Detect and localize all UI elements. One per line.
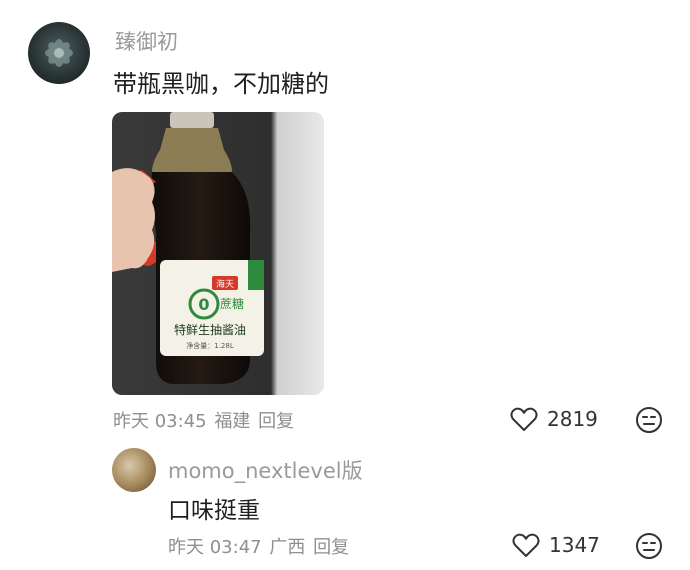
brand-badge: 海天 bbox=[216, 278, 234, 290]
zero-sugar-mark: 0 bbox=[198, 295, 209, 314]
comment-text: 口味挺重 bbox=[168, 498, 260, 524]
comment-text: 带瓶黑咖，不加糖的 bbox=[113, 70, 329, 98]
comment-photo[interactable]: 海天 0 蔗糖 特鲜生抽酱油 净含量：1.28L bbox=[112, 112, 324, 395]
comment-username[interactable]: momo_nextlevel版 bbox=[168, 455, 363, 485]
dislike-button[interactable] bbox=[635, 406, 663, 438]
neutral-face-icon bbox=[636, 407, 662, 433]
heart-outline-icon bbox=[510, 407, 538, 431]
like-count: 1347 bbox=[549, 533, 600, 557]
avatar[interactable] bbox=[28, 22, 90, 84]
comment-meta: 昨天 03:45 福建 回复 bbox=[113, 407, 294, 433]
comment-meta: 昨天 03:47 广西 回复 bbox=[168, 533, 349, 559]
comment-location: 福建 bbox=[214, 411, 251, 432]
reply-button[interactable]: 回复 bbox=[313, 537, 349, 558]
comment-time: 昨天 03:45 bbox=[113, 411, 207, 432]
heart-outline-icon bbox=[512, 533, 540, 557]
dislike-button[interactable] bbox=[635, 532, 663, 564]
comment-location: 广西 bbox=[269, 537, 306, 558]
like-button[interactable] bbox=[512, 532, 540, 562]
avatar[interactable] bbox=[112, 448, 156, 492]
neutral-face-icon bbox=[636, 533, 662, 559]
zero-sugar-label: 蔗糖 bbox=[220, 296, 244, 311]
like-count: 2819 bbox=[547, 407, 598, 431]
product-name: 特鲜生抽酱油 bbox=[174, 322, 246, 337]
product-volume: 净含量：1.28L bbox=[186, 341, 234, 350]
comment-time: 昨天 03:47 bbox=[168, 537, 262, 558]
like-button[interactable] bbox=[510, 406, 538, 436]
reply-button[interactable]: 回复 bbox=[258, 411, 294, 432]
comment-username[interactable]: 臻御初 bbox=[115, 26, 178, 56]
